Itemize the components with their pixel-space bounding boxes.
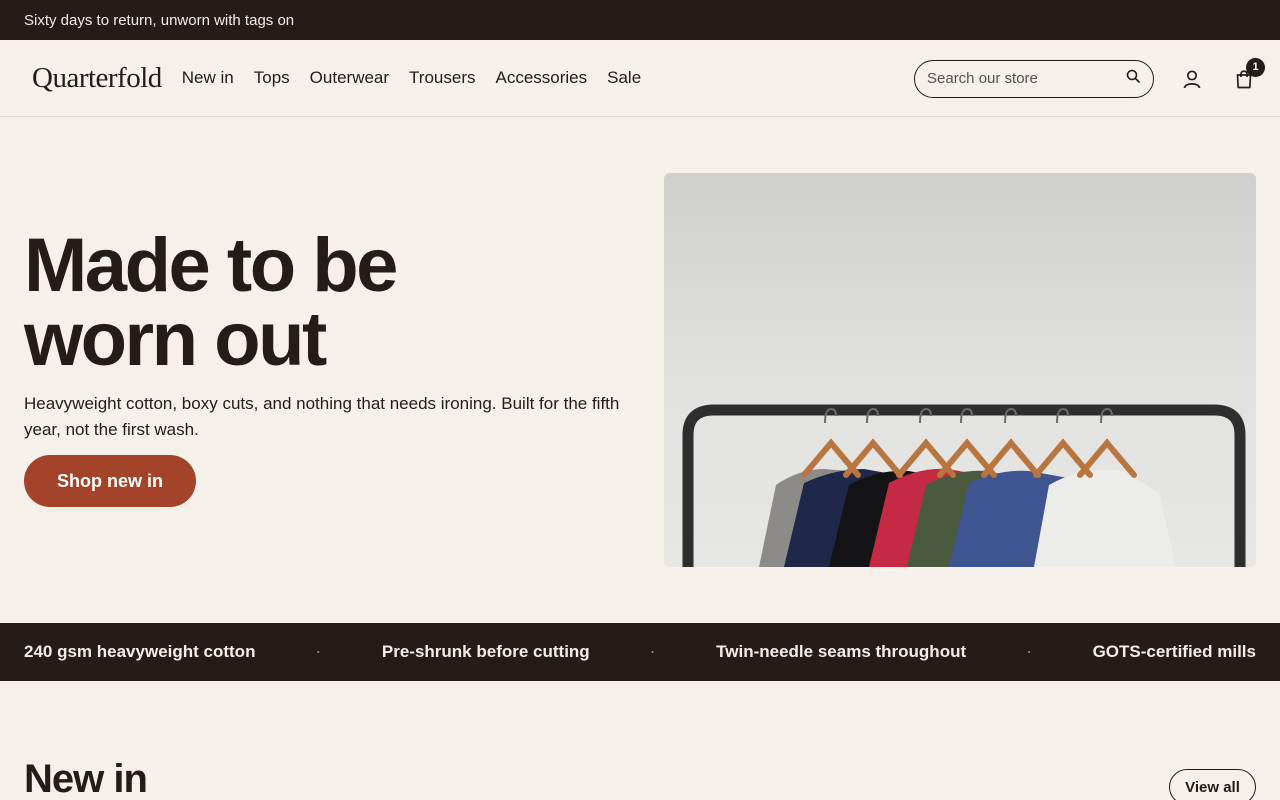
account-icon[interactable]: [1180, 67, 1204, 91]
nav-item-tops[interactable]: Tops: [254, 68, 290, 88]
site-header: Quarterfold New in Tops Outerwear Trouse…: [0, 40, 1280, 117]
hero-subtitle: Heavyweight cotton, boxy cuts, and nothi…: [24, 394, 620, 439]
main-nav: New in Tops Outerwear Trousers Accessori…: [182, 68, 641, 88]
announcement-bar: Sixty days to return, unworn with tags o…: [0, 0, 1280, 40]
feature-item: Twin-needle seams throughout: [716, 642, 967, 661]
separator-dot: ·: [316, 645, 321, 659]
hero-title: Made to be worn out: [24, 228, 584, 378]
nav-item-outerwear[interactable]: Outerwear: [310, 68, 389, 88]
cart-icon[interactable]: 1: [1232, 57, 1265, 91]
search-box: [914, 59, 1154, 98]
hero-title-line-1: Made to be: [24, 223, 398, 308]
nav-item-new-in[interactable]: New in: [182, 68, 234, 88]
feature-item: 240 gsm heavyweight cotton: [24, 642, 256, 661]
features-strip: 240 gsm heavyweight cotton · Pre-shrunk …: [0, 623, 1280, 681]
feature-item: GOTS-certified mills: [1092, 642, 1256, 661]
hero-image-clothing-rack: [664, 173, 1256, 567]
separator-dot: ·: [650, 645, 655, 659]
view-all-button[interactable]: View all: [1169, 769, 1256, 800]
nav-item-trousers[interactable]: Trousers: [409, 68, 475, 88]
shop-new-in-button[interactable]: Shop new in: [24, 455, 196, 507]
search-icon[interactable]: [1126, 69, 1140, 88]
feature-item: Pre-shrunk before cutting: [381, 642, 590, 661]
hero-section: Made to be worn out Heavyweight cotton, …: [0, 117, 1280, 623]
nav-item-sale[interactable]: Sale: [607, 68, 641, 88]
logo[interactable]: Quarterfold: [32, 62, 162, 95]
section-title-new-in: New in: [24, 757, 148, 800]
new-in-section: New in View all: [0, 681, 1280, 800]
search-input[interactable]: [927, 70, 1126, 87]
nav-item-accessories[interactable]: Accessories: [496, 68, 588, 88]
separator-dot: ·: [1027, 645, 1032, 659]
cart-count-badge: 1: [1246, 57, 1265, 77]
header-actions: 1: [914, 40, 1265, 117]
hero-title-line-2: worn out: [24, 297, 327, 382]
announcement-text: Sixty days to return, unworn with tags o…: [24, 11, 295, 29]
